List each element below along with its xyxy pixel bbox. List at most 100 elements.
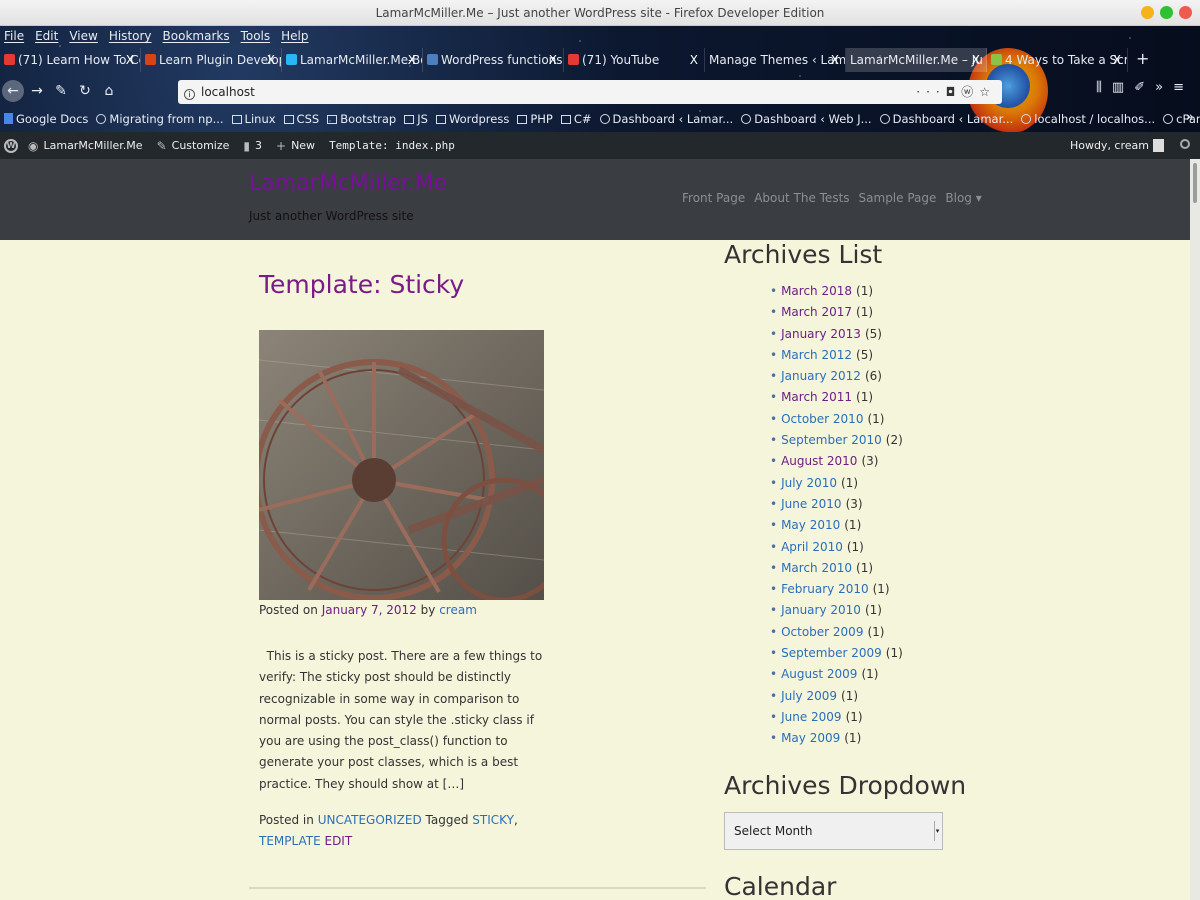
new-tab-button[interactable]: + (1128, 48, 1149, 72)
page-scrollbar[interactable] (1190, 159, 1200, 900)
menu-view[interactable]: View (69, 29, 97, 43)
archives-month-select[interactable]: Select Month ▾ (724, 812, 943, 850)
archive-link[interactable]: January 2012 (781, 369, 861, 383)
archive-link[interactable]: January 2013 (781, 327, 861, 341)
admin-comments-link[interactable]: ▮ 3 (243, 139, 262, 153)
browser-tab[interactable]: LamarMcMiller.Me-Bo X (282, 48, 423, 72)
site-title[interactable]: LamarMcMiller.Me (249, 171, 447, 196)
browser-tab[interactable]: 4 Ways to Take a Scre X (987, 48, 1128, 72)
search-icon[interactable] (1180, 139, 1190, 149)
bookmark-star-icon[interactable]: ☆ (979, 85, 996, 99)
archive-link[interactable]: April 2010 (781, 540, 843, 554)
archive-link[interactable]: October 2009 (781, 625, 863, 639)
nav-item[interactable]: Sample Page (859, 191, 937, 205)
post-date-link[interactable]: January 7, 2012 (322, 603, 417, 617)
edit-link[interactable]: EDIT (324, 834, 352, 848)
category-link[interactable]: UNCATEGORIZED (318, 813, 422, 827)
bookmark-item[interactable]: Google Docs (4, 112, 88, 126)
bookmark-item[interactable]: CSS (283, 112, 319, 126)
post-title[interactable]: Template: Sticky (259, 270, 464, 299)
admin-customize-link[interactable]: ✎ Customize (157, 139, 230, 153)
archive-link[interactable]: October 2010 (781, 412, 863, 426)
tab-close-icon[interactable]: X (972, 48, 980, 72)
sidebar-icon[interactable]: ▥ (1112, 80, 1134, 95)
url-bar[interactable]: i localhost ···◘ⓦ☆ (178, 80, 1002, 104)
browser-tab[interactable]: LamarMcMiller.Me – Ju X (846, 48, 987, 72)
menu-tools[interactable]: Tools (241, 29, 271, 43)
archive-link[interactable]: May 2010 (781, 518, 840, 532)
home-icon[interactable]: ⌂ (98, 80, 120, 102)
menu-bookmarks[interactable]: Bookmarks (163, 29, 230, 43)
close-button[interactable] (1179, 6, 1192, 19)
hamburger-menu-icon[interactable]: ≡ (1173, 80, 1194, 95)
bookmark-item[interactable]: Bootstrap (327, 112, 396, 126)
pen-icon[interactable]: ✐ (1134, 80, 1155, 95)
scrollbar-thumb[interactable] (1193, 163, 1197, 203)
forward-arrow-icon[interactable]: → (26, 80, 48, 102)
archive-link[interactable]: March 2011 (781, 390, 852, 404)
browser-tab[interactable]: WordPress functions. X (423, 48, 564, 72)
bookmark-item[interactable]: Dashboard ‹ Web J... (741, 112, 872, 126)
archive-link[interactable]: March 2010 (781, 561, 852, 575)
archive-link[interactable]: July 2009 (781, 689, 837, 703)
tab-close-icon[interactable]: X (408, 48, 416, 72)
archive-link[interactable]: June 2010 (781, 497, 842, 511)
bookmark-item[interactable]: localhost / localhos... (1021, 112, 1155, 126)
bookmark-item[interactable]: Dashboard ‹ Lamar... (599, 112, 733, 126)
minimize-button[interactable] (1141, 6, 1154, 19)
nav-item[interactable]: About The Tests (754, 191, 849, 205)
nav-item[interactable]: Front Page (682, 191, 745, 205)
menu-history[interactable]: History (109, 29, 152, 43)
menu-help[interactable]: Help (281, 29, 308, 43)
wordpress-icon[interactable]: ⓦ (961, 85, 979, 99)
archive-link[interactable]: March 2012 (781, 348, 852, 362)
back-arrow-icon[interactable]: ← (2, 80, 24, 102)
menu-file[interactable]: File (4, 29, 24, 43)
tag-link-sticky[interactable]: STICKY (472, 813, 514, 827)
bookmark-item[interactable]: Linux (231, 112, 276, 126)
archive-link[interactable]: July 2010 (781, 476, 837, 490)
tab-close-icon[interactable]: X (126, 48, 134, 72)
archive-link[interactable]: February 2010 (781, 582, 869, 596)
bookmark-item[interactable]: Wordpress (435, 112, 509, 126)
admin-account[interactable]: Howdy, cream (1070, 132, 1164, 159)
menu-edit[interactable]: Edit (35, 29, 58, 43)
tab-close-icon[interactable]: X (267, 48, 275, 72)
bookmark-item[interactable]: JS (404, 112, 428, 126)
pocket-icon[interactable]: ◘ (946, 85, 962, 99)
archive-link[interactable]: January 2010 (781, 603, 861, 617)
archive-link[interactable]: May 2009 (781, 731, 840, 745)
bookmark-item[interactable]: Dashboard ‹ Lamar... (879, 112, 1013, 126)
wordpress-logo-icon[interactable]: W (4, 138, 18, 153)
overflow-icon[interactable]: » (1155, 80, 1173, 95)
bookmark-item[interactable]: cPanel - Main (1163, 112, 1200, 126)
bookmark-item[interactable]: PHP (517, 112, 553, 126)
nav-item[interactable]: Blog ▾ (945, 191, 981, 205)
tab-close-icon[interactable]: X (549, 48, 557, 72)
bookmark-item[interactable]: Migrating from np... (96, 112, 224, 126)
browser-tab[interactable]: Manage Themes ‹ Lama X (705, 48, 846, 72)
maximize-button[interactable] (1160, 6, 1173, 19)
post-featured-image[interactable] (259, 330, 544, 600)
tab-close-icon[interactable]: X (690, 48, 698, 72)
bookmarks-overflow-icon[interactable]: » (1186, 110, 1194, 125)
tag-link-template[interactable]: TEMPLATE (259, 834, 321, 848)
tab-close-icon[interactable]: X (831, 48, 839, 72)
archive-link[interactable]: September 2010 (781, 433, 882, 447)
browser-tab[interactable]: Learn Plugin Develop X (141, 48, 282, 72)
browser-tab[interactable]: (71) Learn How To Coo X (0, 48, 141, 72)
page-actions-icon[interactable]: ··· (916, 85, 945, 99)
admin-new-link[interactable]: + New (276, 139, 315, 153)
archive-link[interactable]: August 2009 (781, 667, 857, 681)
library-icon[interactable]: ⫼ (1096, 80, 1112, 95)
admin-site-link[interactable]: ◉ LamarMcMiller.Me (28, 139, 143, 153)
info-icon[interactable]: i (184, 89, 195, 100)
wrench-icon[interactable]: ✎ (50, 80, 72, 102)
browser-tab[interactable]: (71) YouTube X (564, 48, 705, 72)
archive-link[interactable]: August 2010 (781, 454, 857, 468)
post-author-link[interactable]: cream (439, 603, 477, 617)
reload-icon[interactable]: ↻ (74, 80, 96, 102)
tab-close-icon[interactable]: X (1113, 48, 1121, 72)
archive-link[interactable]: June 2009 (781, 710, 842, 724)
archive-link[interactable]: March 2018 (781, 284, 852, 298)
